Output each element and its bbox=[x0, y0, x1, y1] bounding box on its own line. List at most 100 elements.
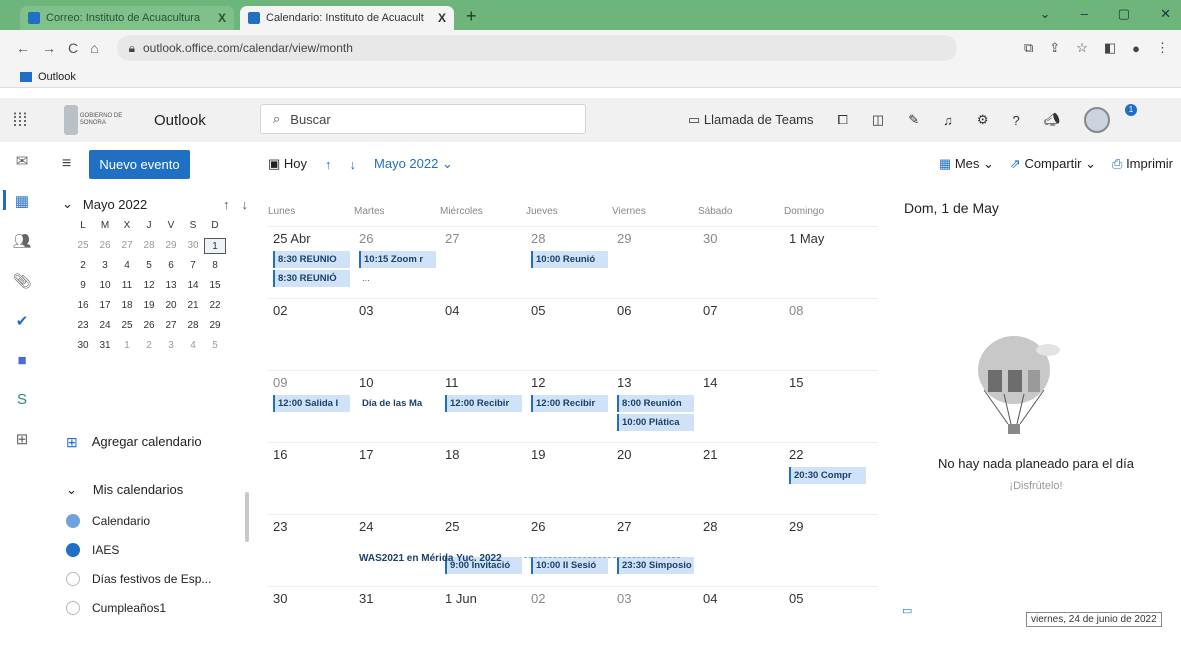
calendar-item[interactable]: Calendario bbox=[66, 514, 211, 528]
calendar-color-dot[interactable] bbox=[66, 543, 80, 557]
collapse-chevron-icon[interactable]: ⌄ bbox=[62, 196, 73, 212]
day-cell[interactable]: 03 bbox=[354, 299, 440, 370]
mini-day[interactable]: 29 bbox=[160, 238, 182, 254]
maximize-icon[interactable]: ▢ bbox=[1118, 6, 1130, 22]
mini-day[interactable]: 1 bbox=[204, 238, 226, 254]
calendar-color-dot[interactable] bbox=[66, 601, 80, 615]
event-chip[interactable]: 8:30 REUNIÓ bbox=[273, 270, 350, 287]
megaphone-icon[interactable]: 📣︎ bbox=[1044, 112, 1061, 128]
sway-icon[interactable]: S bbox=[17, 391, 27, 408]
day-cell[interactable]: 26 10:00 II Sesió bbox=[526, 515, 612, 586]
day-cell[interactable]: 26 10:15 Zoom r... bbox=[354, 227, 440, 298]
bookmark-outlook[interactable]: Outlook bbox=[38, 71, 76, 83]
mini-day[interactable]: 30 bbox=[72, 338, 94, 354]
feedback-icon[interactable]: ✎ bbox=[908, 112, 919, 128]
mini-day[interactable]: 6 bbox=[160, 258, 182, 274]
mini-day[interactable]: 30 bbox=[182, 238, 204, 254]
hamburger-menu-icon[interactable]: ≡ bbox=[62, 155, 71, 173]
mini-day[interactable]: 1 bbox=[116, 338, 138, 354]
todo-check-icon[interactable]: ✔ bbox=[16, 312, 29, 330]
day-cell[interactable]: 19 bbox=[526, 443, 612, 514]
day-cell[interactable]: 06 bbox=[612, 299, 698, 370]
mini-day[interactable]: 8 bbox=[204, 258, 226, 274]
mini-day[interactable]: 26 bbox=[94, 238, 116, 254]
day-cell[interactable]: 18 bbox=[440, 443, 526, 514]
event-chip[interactable]: 12:00 Salida I bbox=[273, 395, 350, 412]
chevron-down-icon[interactable]: ⌄ bbox=[1040, 6, 1051, 22]
mini-day[interactable]: 27 bbox=[116, 238, 138, 254]
day-cell[interactable]: 22 20:30 Compr bbox=[784, 443, 870, 514]
day-cell[interactable]: 09 12:00 Salida I bbox=[268, 371, 354, 442]
mini-day[interactable]: 5 bbox=[204, 338, 226, 354]
sidebar-scrollbar[interactable] bbox=[245, 492, 249, 542]
browser-tab-calendar[interactable]: Calendario: Instituto de Acuacult X bbox=[240, 6, 454, 30]
day-cell[interactable]: 07 bbox=[698, 299, 784, 370]
mini-day[interactable]: 25 bbox=[116, 318, 138, 334]
mini-day[interactable]: 16 bbox=[72, 298, 94, 314]
event-chip[interactable]: 23:30 Simposio UNISON bbox=[617, 557, 694, 574]
profile-icon[interactable]: ● bbox=[1132, 41, 1140, 56]
mail-icon[interactable]: ✉ bbox=[16, 152, 29, 170]
day-cell[interactable]: 25 9:00 Invitació bbox=[440, 515, 526, 586]
apps-icon[interactable]: ⊞ bbox=[16, 430, 29, 448]
bell-icon[interactable]: ♫ bbox=[943, 113, 953, 128]
mini-day[interactable]: 3 bbox=[160, 338, 182, 354]
mini-day[interactable]: 21 bbox=[182, 298, 204, 314]
day-cell[interactable]: 15 bbox=[784, 371, 870, 442]
mini-day[interactable]: 12 bbox=[138, 278, 160, 294]
event-chip[interactable]: 12:00 Recibir bbox=[445, 395, 522, 412]
close-window-icon[interactable]: ✕ bbox=[1160, 6, 1171, 22]
calendar-icon[interactable]: ▦ bbox=[2, 190, 29, 210]
event-chip[interactable]: 20:30 Compr bbox=[789, 467, 866, 484]
day-cell[interactable]: 05 bbox=[526, 299, 612, 370]
today-button[interactable]: ▣ Hoy bbox=[268, 156, 307, 172]
event-chip[interactable]: 8:00 Reunión bbox=[617, 395, 694, 412]
all-day-event[interactable]: Día de las Ma bbox=[359, 395, 436, 412]
next-month-arrow-icon[interactable]: ↓ bbox=[350, 157, 357, 172]
day-cell[interactable]: 20 bbox=[612, 443, 698, 514]
mini-day[interactable]: 15 bbox=[204, 278, 226, 294]
day-cell[interactable]: 14 bbox=[698, 371, 784, 442]
mini-day[interactable]: 19 bbox=[138, 298, 160, 314]
attach-icon[interactable]: 📎︎ bbox=[12, 272, 31, 290]
mini-day[interactable]: 18 bbox=[116, 298, 138, 314]
spanning-event[interactable]: WAS2021 en Mérida Yuc. 2022 bbox=[359, 553, 502, 564]
event-chip[interactable]: 10:00 II Sesió bbox=[531, 557, 608, 574]
star-icon[interactable]: ☆ bbox=[1076, 40, 1088, 56]
mini-day[interactable]: 29 bbox=[204, 318, 226, 334]
mini-day[interactable]: 28 bbox=[138, 238, 160, 254]
search-input[interactable]: ⌕ Buscar bbox=[260, 104, 586, 134]
down-arrow-icon[interactable]: ↓ bbox=[242, 197, 249, 212]
mini-day[interactable]: 2 bbox=[72, 258, 94, 274]
day-cell[interactable]: 1 Jun bbox=[440, 587, 526, 658]
day-cell[interactable]: 04 bbox=[440, 299, 526, 370]
mini-day[interactable]: 5 bbox=[138, 258, 160, 274]
people-icon[interactable]: 👥︎ bbox=[12, 232, 31, 250]
event-chip[interactable]: 10:15 Zoom r bbox=[359, 251, 436, 268]
event-chip[interactable]: 10:00 Plática bbox=[617, 414, 694, 431]
day-cell[interactable]: 28 10:00 Reunió bbox=[526, 227, 612, 298]
office-icon[interactable]: ◫ bbox=[872, 112, 884, 128]
day-cell[interactable]: 02 bbox=[526, 587, 612, 658]
mini-day[interactable]: 10 bbox=[94, 278, 116, 294]
day-cell[interactable]: 05 bbox=[784, 587, 870, 658]
day-cell[interactable]: 03 bbox=[612, 587, 698, 658]
day-cell[interactable]: 12 12:00 Recibir bbox=[526, 371, 612, 442]
chat-icon[interactable]: ⧠ bbox=[838, 112, 848, 128]
install-icon[interactable]: ⧉ bbox=[1024, 40, 1033, 56]
new-event-button[interactable]: Nuevo evento bbox=[89, 149, 190, 179]
share-button[interactable]: ⇗ Compartir ⌄ bbox=[1010, 156, 1096, 172]
mini-day[interactable]: 2 bbox=[138, 338, 160, 354]
mini-day[interactable]: 4 bbox=[116, 258, 138, 274]
forward-icon[interactable]: → bbox=[42, 40, 56, 56]
mini-day[interactable]: 22 bbox=[204, 298, 226, 314]
avatar[interactable] bbox=[1084, 107, 1111, 133]
my-calendars-header[interactable]: ⌄ Mis calendarios bbox=[66, 482, 183, 498]
event-chip[interactable]: 10:00 Reunió bbox=[531, 251, 608, 268]
mini-calendar-title[interactable]: Mayo 2022 bbox=[83, 197, 147, 212]
mini-day[interactable]: 3 bbox=[94, 258, 116, 274]
calendar-color-dot[interactable] bbox=[66, 514, 80, 528]
day-cell[interactable]: 29 bbox=[784, 515, 870, 586]
app-launcher-icon[interactable]: ⁞⁞⁞ bbox=[0, 110, 40, 131]
mini-day[interactable]: 20 bbox=[160, 298, 182, 314]
